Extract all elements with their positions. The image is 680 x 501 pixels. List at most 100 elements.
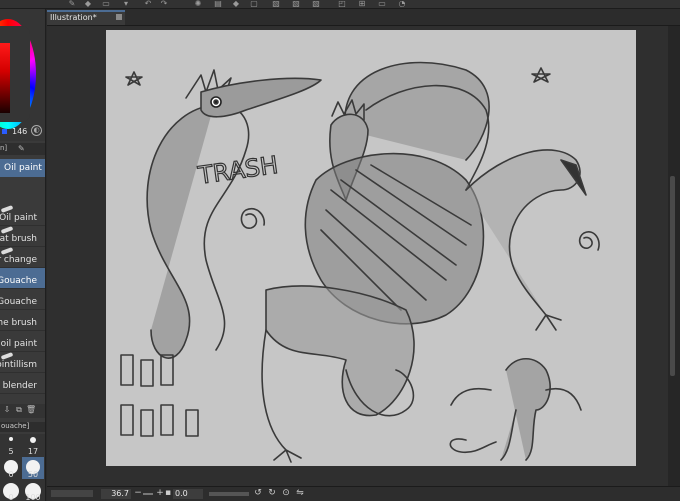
sketch-artwork: TRASH <box>120 61 600 463</box>
brush-item[interactable]: e blender <box>0 373 45 394</box>
star-doodle-left <box>125 71 143 86</box>
brush-size-cell[interactable]: 0 <box>0 457 22 479</box>
undo-icon[interactable]: ↶ <box>142 0 154 8</box>
crop-icon[interactable]: ◰ <box>336 0 348 8</box>
brush-size-title: ouache] <box>0 422 45 432</box>
subtool-group-label: Oil paint <box>4 163 42 173</box>
rect-doodle <box>160 354 174 386</box>
rect-doodle <box>140 359 154 387</box>
reset-rotation-icon[interactable]: ⊙ <box>281 488 291 499</box>
brush-item[interactable]: lat brush <box>0 226 45 247</box>
document-tab[interactable]: Illustration* <box>47 10 125 25</box>
small-creature <box>500 357 551 461</box>
close-tab-icon[interactable] <box>116 14 122 20</box>
rect-doodle <box>185 409 199 437</box>
size-dot-icon <box>30 437 36 443</box>
fill-icon[interactable]: ▤ <box>212 0 224 8</box>
ruler-icon[interactable]: ▭ <box>376 0 388 8</box>
star-doodle-right <box>531 67 551 83</box>
brush-list-buttons: ⇩ ⧉ 🗑 <box>0 404 45 418</box>
canvas-workspace[interactable]: TRASH <box>47 26 668 486</box>
vertical-scrollbar[interactable] <box>668 26 680 486</box>
fill-icon[interactable]: ◆ <box>230 0 242 8</box>
brush-item[interactable]: Oil paint <box>0 205 45 226</box>
brush-item[interactable]: ointillism <box>0 352 45 373</box>
subtool-group-oil-paint[interactable]: Oil paint <box>0 159 45 177</box>
brush-size-cell-selected[interactable]: 50 <box>22 457 44 479</box>
fit-window-icon[interactable]: ▪ <box>163 488 173 499</box>
brush-item[interactable]: he brush <box>0 310 45 331</box>
transform-icon[interactable]: ▢ <box>248 0 260 8</box>
status-bar: 36.7 − + ▪ 0.0 ↺ ↻ ⊙ ⇋ <box>47 486 680 501</box>
layer-icon[interactable]: ▧ <box>270 0 282 8</box>
brush-icon[interactable]: ✎ <box>66 0 78 8</box>
redo-icon[interactable]: ↷ <box>158 0 170 8</box>
clip-studio-window: ✎ ◆ ▭ ▾ ↶ ↷ ✺ ▤ ◆ ▢ ▧ ▧ ▧ ◰ ⊞ ▭ ◔ 146 ◐ … <box>0 0 680 501</box>
layer-icon[interactable]: ▧ <box>290 0 302 8</box>
color-value-label: 146 <box>12 127 28 136</box>
brush-item-label: he brush <box>0 318 37 328</box>
delete-icon[interactable]: 🗑 <box>26 405 36 416</box>
brush-item-selected[interactable]: Gouache <box>0 268 45 289</box>
trash-text: TRASH <box>196 151 280 190</box>
document-tab-title: Illustration* <box>50 13 97 22</box>
spiral-doodle-left <box>240 207 266 229</box>
color-wheel-panel: 146 ◐ <box>0 9 45 141</box>
subtool-tab-row: n] ✎ <box>0 143 45 155</box>
brush-size-cell[interactable]: 5 <box>0 434 22 456</box>
brush-item[interactable]: r change <box>0 247 45 268</box>
rect-doodle <box>160 404 174 436</box>
center-legs <box>265 285 415 417</box>
brush-tab-icon[interactable]: ✎ <box>18 144 28 154</box>
color-indicator <box>2 129 7 134</box>
rect-doodle <box>120 404 134 436</box>
brush-size-value: 0 <box>8 493 14 501</box>
shapes-icon[interactable]: ◆ <box>82 0 94 8</box>
duplicate-icon[interactable]: ⧉ <box>14 405 24 416</box>
color-mode-icon[interactable]: ◐ <box>31 125 42 136</box>
rect-doodle <box>120 354 134 386</box>
brush-size-cell[interactable]: 17 <box>22 434 44 456</box>
brush-item-label: Oil paint <box>0 213 37 223</box>
brush-item[interactable]: oil paint <box>0 331 45 352</box>
brush-size-grid: 5 17 0 50 0 100 <box>0 434 45 501</box>
command-bar: ✎ ◆ ▭ ▾ ↶ ↷ ✺ ▤ ◆ ▢ ▧ ▧ ▧ ◰ ⊞ ▭ ◔ <box>0 0 680 9</box>
rotation-slider[interactable] <box>209 492 249 496</box>
brush-item-label: r change <box>0 255 37 265</box>
brush-size-cell[interactable]: 0 <box>0 480 22 501</box>
drawing-canvas[interactable]: TRASH <box>106 30 636 466</box>
horizontal-scrollbar[interactable] <box>51 490 93 497</box>
saturation-value-square[interactable] <box>0 43 10 113</box>
brush-size-value: 0 <box>8 470 14 479</box>
brush-size-value: 50 <box>27 470 39 479</box>
brush-item[interactable]: Gouache <box>0 289 45 310</box>
brush-item-label: ointillism <box>0 360 37 370</box>
grid-icon[interactable]: ⊞ <box>356 0 368 8</box>
fill-icon[interactable]: ▾ <box>120 0 132 8</box>
brush-item-label: lat brush <box>0 234 37 244</box>
zoom-level-field[interactable]: 36.7 <box>101 489 131 499</box>
left-panel: 146 ◐ n] ✎ Oil paint Oil paint lat brush… <box>0 9 46 501</box>
scrollbar-thumb[interactable] <box>670 176 675 376</box>
brush-item-label: oil paint <box>0 339 37 349</box>
brush-size-cell[interactable]: 100 <box>22 480 44 501</box>
download-icon[interactable]: ⇩ <box>2 405 12 416</box>
layer-icon[interactable]: ▧ <box>310 0 322 8</box>
zoom-out-button[interactable]: − <box>133 488 143 499</box>
rotate-right-icon[interactable]: ↻ <box>267 488 277 499</box>
brush-item-label: Gouache <box>0 276 37 286</box>
loading-icon[interactable]: ✺ <box>192 0 204 8</box>
brush-size-value: 100 <box>25 493 41 501</box>
rotate-left-icon[interactable]: ↺ <box>253 488 263 499</box>
brush-item-label: e blender <box>0 381 37 391</box>
shapes-icon[interactable]: ▭ <box>100 0 112 8</box>
zoom-slider[interactable] <box>143 493 153 495</box>
size-dot-icon <box>9 437 13 441</box>
rect-doodle <box>140 409 154 437</box>
spiral-doodle-right <box>578 231 600 251</box>
rotation-angle-field[interactable]: 0.0 <box>173 489 203 499</box>
subtool-menu-icon[interactable]: n] <box>0 144 10 154</box>
flip-icon[interactable]: ⇋ <box>295 488 305 499</box>
settings-icon[interactable]: ◔ <box>396 0 408 8</box>
brush-size-value: 5 <box>8 447 14 456</box>
